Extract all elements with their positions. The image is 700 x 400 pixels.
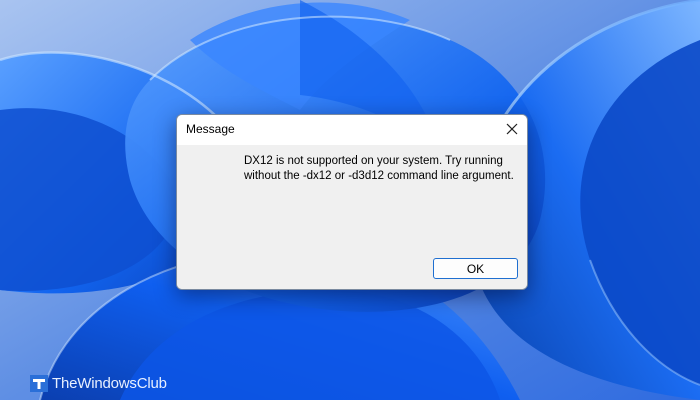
close-button[interactable] (497, 115, 527, 145)
message-dialog: Message DX12 is not supported on your sy… (176, 114, 528, 290)
close-icon (506, 123, 518, 135)
dialog-title: Message (186, 122, 235, 136)
dialog-message: DX12 is not supported on your system. Tr… (244, 155, 514, 182)
dialog-content: DX12 is not supported on your system. Tr… (177, 145, 527, 289)
watermark-text: TheWindowsClub (52, 375, 167, 392)
dialog-titlebar[interactable]: Message (177, 115, 527, 145)
desktop-background: Message DX12 is not supported on your sy… (0, 0, 700, 400)
ok-button[interactable]: OK (433, 258, 518, 279)
windows-club-logo (30, 375, 48, 392)
